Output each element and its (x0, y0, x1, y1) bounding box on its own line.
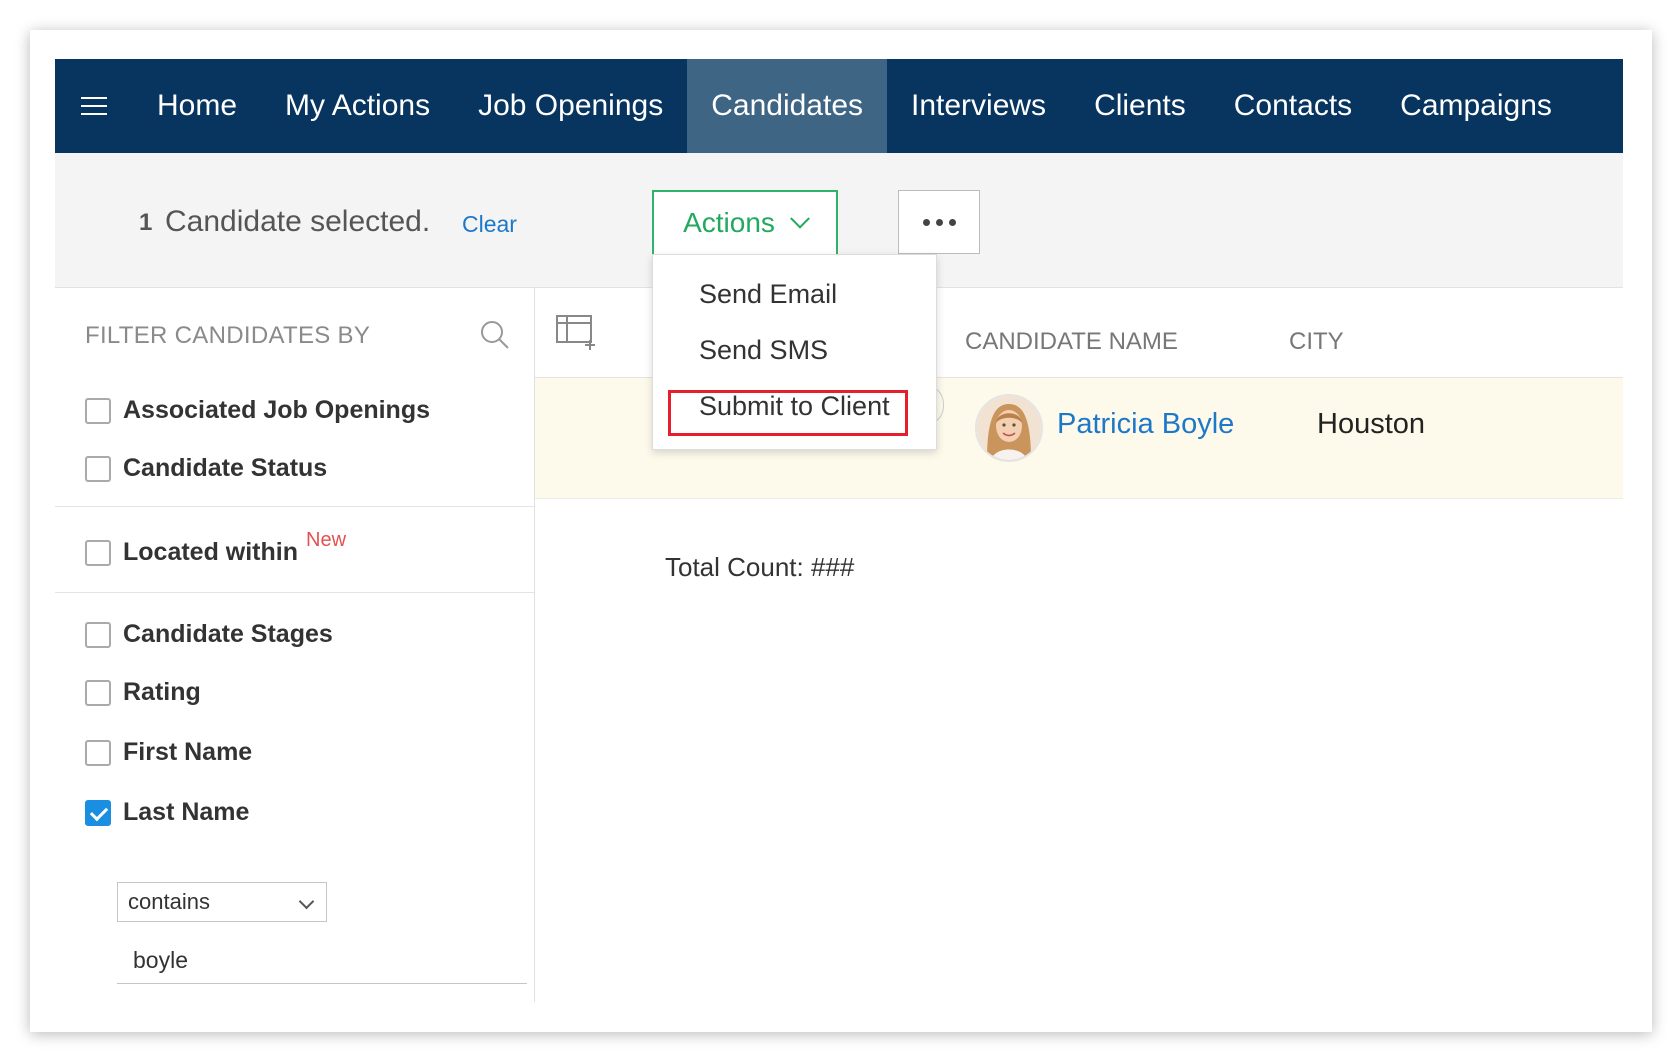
filter-located-within[interactable]: Located within New (85, 529, 346, 567)
total-count: Total Count: ### (665, 552, 855, 582)
actions-button[interactable]: Actions (652, 190, 838, 256)
new-badge: New (306, 529, 347, 551)
nav-contacts[interactable]: Contacts (1210, 59, 1376, 153)
more-dot-icon (935, 218, 943, 226)
filter-label: Last Name (123, 798, 250, 826)
filter-label: Candidate Status (123, 454, 328, 482)
checkbox[interactable] (85, 455, 111, 482)
clear-selection-link[interactable]: Clear (462, 211, 517, 238)
person-avatar-icon (977, 396, 1041, 460)
candidate-avatar (975, 394, 1043, 462)
nav-home[interactable]: Home (133, 59, 261, 153)
checkbox-checked[interactable] (85, 799, 111, 826)
more-dot-icon (922, 218, 930, 226)
nav-job-openings[interactable]: Job Openings (454, 59, 687, 153)
add-column-icon[interactable] (555, 312, 599, 352)
condition-select[interactable]: contains (117, 882, 327, 922)
filter-sidebar: FILTER CANDIDATES BY Associated Job Open… (55, 288, 535, 1002)
divider (55, 592, 534, 593)
candidate-city: Houston (1317, 408, 1426, 440)
filter-label: Rating (123, 678, 201, 706)
divider (55, 506, 534, 507)
actions-button-label: Actions (683, 207, 775, 238)
checkbox[interactable] (85, 679, 111, 706)
column-header-candidate-name[interactable]: CANDIDATE NAME (965, 328, 1178, 356)
menu-icon[interactable] (55, 59, 133, 153)
filter-label: Candidate Stages (123, 620, 333, 648)
checkbox[interactable] (85, 739, 111, 766)
nav-clients[interactable]: Clients (1070, 59, 1210, 153)
nav-my-actions[interactable]: My Actions (261, 59, 454, 153)
selected-count: 1 (139, 209, 153, 236)
filter-label: Located within (123, 538, 298, 566)
checkbox[interactable] (85, 397, 111, 424)
nav-interviews[interactable]: Interviews (887, 59, 1070, 153)
menu-item-send-email[interactable]: Send Email (699, 279, 837, 310)
filter-candidate-status[interactable]: Candidate Status (85, 454, 327, 483)
nav-campaigns[interactable]: Campaigns (1376, 59, 1576, 153)
menu-item-send-sms[interactable]: Send SMS (699, 335, 828, 366)
more-dot-icon (948, 218, 956, 226)
checkbox[interactable] (85, 539, 111, 566)
filter-associated-job-openings[interactable]: Associated Job Openings (85, 396, 430, 425)
highlight-box (668, 390, 908, 436)
filter-label: First Name (123, 738, 253, 766)
top-nav: Home My Actions Job Openings Candidates … (55, 59, 1623, 153)
selected-text: Candidate selected. (165, 205, 431, 238)
filter-label: Associated Job Openings (123, 396, 431, 424)
filter-rating[interactable]: Rating (85, 678, 201, 707)
column-header-city[interactable]: CITY (1289, 328, 1344, 356)
chevron-down-icon (298, 893, 315, 910)
app-window: Home My Actions Job Openings Candidates … (55, 59, 1623, 1002)
search-icon[interactable] (480, 320, 510, 350)
condition-select-value: contains (128, 889, 210, 914)
filter-first-name[interactable]: First Name (85, 738, 252, 767)
chevron-down-icon (790, 208, 810, 229)
filter-candidate-stages[interactable]: Candidate Stages (85, 620, 333, 649)
nav-candidates[interactable]: Candidates (687, 59, 888, 153)
actions-dropdown-menu: Send Email Send SMS Submit to Client (652, 254, 937, 450)
candidate-name-link[interactable]: Patricia Boyle (1057, 408, 1234, 441)
last-name-filter-input[interactable] (117, 938, 527, 984)
more-options-button[interactable] (898, 190, 980, 254)
checkbox[interactable] (85, 621, 111, 648)
filter-title: FILTER CANDIDATES BY (85, 322, 371, 349)
filter-last-name[interactable]: Last Name (85, 798, 249, 827)
